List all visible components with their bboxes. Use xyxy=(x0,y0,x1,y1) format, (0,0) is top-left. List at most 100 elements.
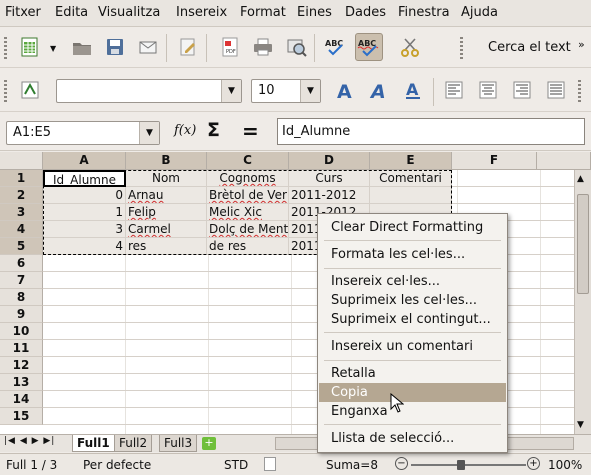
table-cell[interactable]: de res xyxy=(207,238,289,255)
table-cell[interactable]: Curs xyxy=(289,170,370,187)
scroll-down-icon[interactable]: ▼ xyxy=(577,420,584,430)
row-header[interactable]: 2 xyxy=(0,187,43,204)
zoom-out-icon[interactable]: − xyxy=(395,457,408,470)
menu-item-insert-comment[interactable]: Insereix un comentari xyxy=(319,337,506,356)
chevron-down-icon[interactable]: ▼ xyxy=(139,122,159,144)
row-header[interactable]: 14 xyxy=(0,391,43,408)
find-text-label[interactable]: Cerca el text xyxy=(488,40,571,55)
vertical-scrollbar[interactable]: ▲ ▼ xyxy=(574,170,591,434)
italic-icon[interactable]: A xyxy=(366,76,394,104)
menu-item-paste[interactable]: Enganxa xyxy=(319,402,506,421)
zoom-slider-handle[interactable] xyxy=(457,460,465,470)
column-header[interactable]: B xyxy=(126,152,207,170)
column-header[interactable]: A xyxy=(43,152,126,170)
menu-fitxer[interactable]: Fitxer xyxy=(5,5,41,20)
select-all-corner[interactable] xyxy=(0,152,43,170)
column-header[interactable]: D xyxy=(289,152,370,170)
row-header[interactable]: 8 xyxy=(0,289,43,306)
table-cell[interactable]: Nom xyxy=(126,170,207,187)
menu-ajuda[interactable]: Ajuda xyxy=(461,5,498,20)
menu-item-insert-cells[interactable]: Insereix cel·les... xyxy=(319,272,506,291)
menu-item-selection-list[interactable]: Llista de selecció... xyxy=(319,429,506,448)
email-icon[interactable] xyxy=(134,33,162,61)
table-cell[interactable]: Brètol de Ver xyxy=(207,187,289,204)
table-cell[interactable]: 4 xyxy=(43,238,126,255)
column-header[interactable] xyxy=(537,152,591,170)
cut-scissors-icon[interactable] xyxy=(396,33,424,61)
zoom-in-icon[interactable]: + xyxy=(527,457,540,470)
table-cell[interactable]: Melic Xic xyxy=(207,204,289,221)
table-cell[interactable]: Id_Alumne xyxy=(43,170,126,187)
row-header[interactable]: 15 xyxy=(0,408,43,425)
row-header[interactable]: 13 xyxy=(0,374,43,391)
menu-item-format-cells[interactable]: Formata les cel·les... xyxy=(319,245,506,264)
formula-input[interactable]: Id_Alumne xyxy=(277,118,585,145)
row-header[interactable]: 6 xyxy=(0,255,43,272)
new-spreadsheet-icon[interactable] xyxy=(16,33,44,61)
row-header[interactable]: 5 xyxy=(0,238,43,255)
print-preview-icon[interactable] xyxy=(282,33,310,61)
menu-item-cut[interactable]: Retalla xyxy=(319,364,506,383)
equals-icon[interactable]: = xyxy=(242,119,259,143)
selection-mode[interactable]: STD xyxy=(224,458,248,472)
sheet-tab-full1[interactable]: Full1 xyxy=(72,435,115,452)
table-cell[interactable]: Comentari xyxy=(370,170,452,187)
row-header[interactable]: 7 xyxy=(0,272,43,289)
row-header[interactable]: 9 xyxy=(0,306,43,323)
tab-navigation-icon[interactable]: |◀ ◀ ▶ ▶| xyxy=(4,436,55,446)
column-header[interactable]: F xyxy=(452,152,537,170)
menu-finestra[interactable]: Finestra xyxy=(398,5,450,20)
chevron-down-icon[interactable]: ▼ xyxy=(221,80,241,102)
print-icon[interactable] xyxy=(249,33,277,61)
sheet-tab-full3[interactable]: Full3 xyxy=(159,435,198,452)
styles-formatting-icon[interactable] xyxy=(16,76,44,104)
table-cell[interactable]: res xyxy=(126,238,207,255)
table-cell[interactable]: Dolç de Ment xyxy=(207,221,289,238)
toolbar-grip[interactable] xyxy=(2,76,10,106)
align-center-icon[interactable] xyxy=(474,76,502,104)
menu-item-delete-contents[interactable]: Suprimeix el contingut... xyxy=(319,310,506,329)
sum-icon[interactable]: Σ xyxy=(207,119,220,141)
name-box[interactable]: A1:E5 ▼ xyxy=(6,121,160,145)
menu-visualitza[interactable]: Visualitza xyxy=(98,5,160,20)
font-size-combo[interactable]: 10 ▼ xyxy=(251,79,321,103)
row-header[interactable]: 11 xyxy=(0,340,43,357)
row-header[interactable]: 1 xyxy=(0,170,43,187)
row-header[interactable]: 4 xyxy=(0,221,43,238)
page-style[interactable]: Per defecte xyxy=(83,458,151,472)
zoom-level[interactable]: 100% xyxy=(548,458,582,472)
export-pdf-icon[interactable]: PDF xyxy=(216,33,244,61)
underline-icon[interactable]: A xyxy=(400,76,428,104)
chevron-down-icon[interactable]: ▼ xyxy=(300,80,320,102)
table-cell[interactable]: 3 xyxy=(43,221,126,238)
table-cell[interactable]: 2011-2012 xyxy=(289,187,370,204)
table-cell[interactable]: Cognoms xyxy=(207,170,289,187)
column-header[interactable]: C xyxy=(207,152,289,170)
function-wizard-icon[interactable]: f(x) xyxy=(174,123,196,138)
add-sheet-icon[interactable]: + xyxy=(202,437,216,450)
table-cell[interactable]: 0 xyxy=(43,187,126,204)
toolbar-overflow-icon[interactable]: » xyxy=(578,38,585,51)
toolbar-grip[interactable] xyxy=(576,76,584,106)
menu-format[interactable]: Format xyxy=(240,5,286,20)
toolbar-grip[interactable] xyxy=(2,33,10,63)
menu-edita[interactable]: Edita xyxy=(55,5,88,20)
align-right-icon[interactable] xyxy=(508,76,536,104)
row-header[interactable]: 12 xyxy=(0,357,43,374)
menu-item-clear-direct-formatting[interactable]: Clear Direct Formatting xyxy=(319,218,506,237)
table-cell[interactable] xyxy=(370,187,452,204)
menu-item-delete-cells[interactable]: Suprimeix les cel·les... xyxy=(319,291,506,310)
justify-icon[interactable] xyxy=(542,76,570,104)
autospellcheck-icon[interactable]: ABC xyxy=(355,33,383,61)
open-folder-icon[interactable] xyxy=(68,33,96,61)
scrollbar-thumb[interactable] xyxy=(577,194,589,294)
menu-item-copy[interactable]: Copia xyxy=(319,383,506,402)
table-cell[interactable]: Arnau xyxy=(126,187,207,204)
menu-eines[interactable]: Eines xyxy=(297,5,332,20)
row-header[interactable]: 3 xyxy=(0,204,43,221)
scroll-up-icon[interactable]: ▲ xyxy=(577,174,584,184)
menu-insereix[interactable]: Insereix xyxy=(176,5,227,20)
align-left-icon[interactable] xyxy=(440,76,468,104)
toolbar-grip[interactable] xyxy=(458,33,466,63)
edit-file-icon[interactable] xyxy=(174,33,202,61)
